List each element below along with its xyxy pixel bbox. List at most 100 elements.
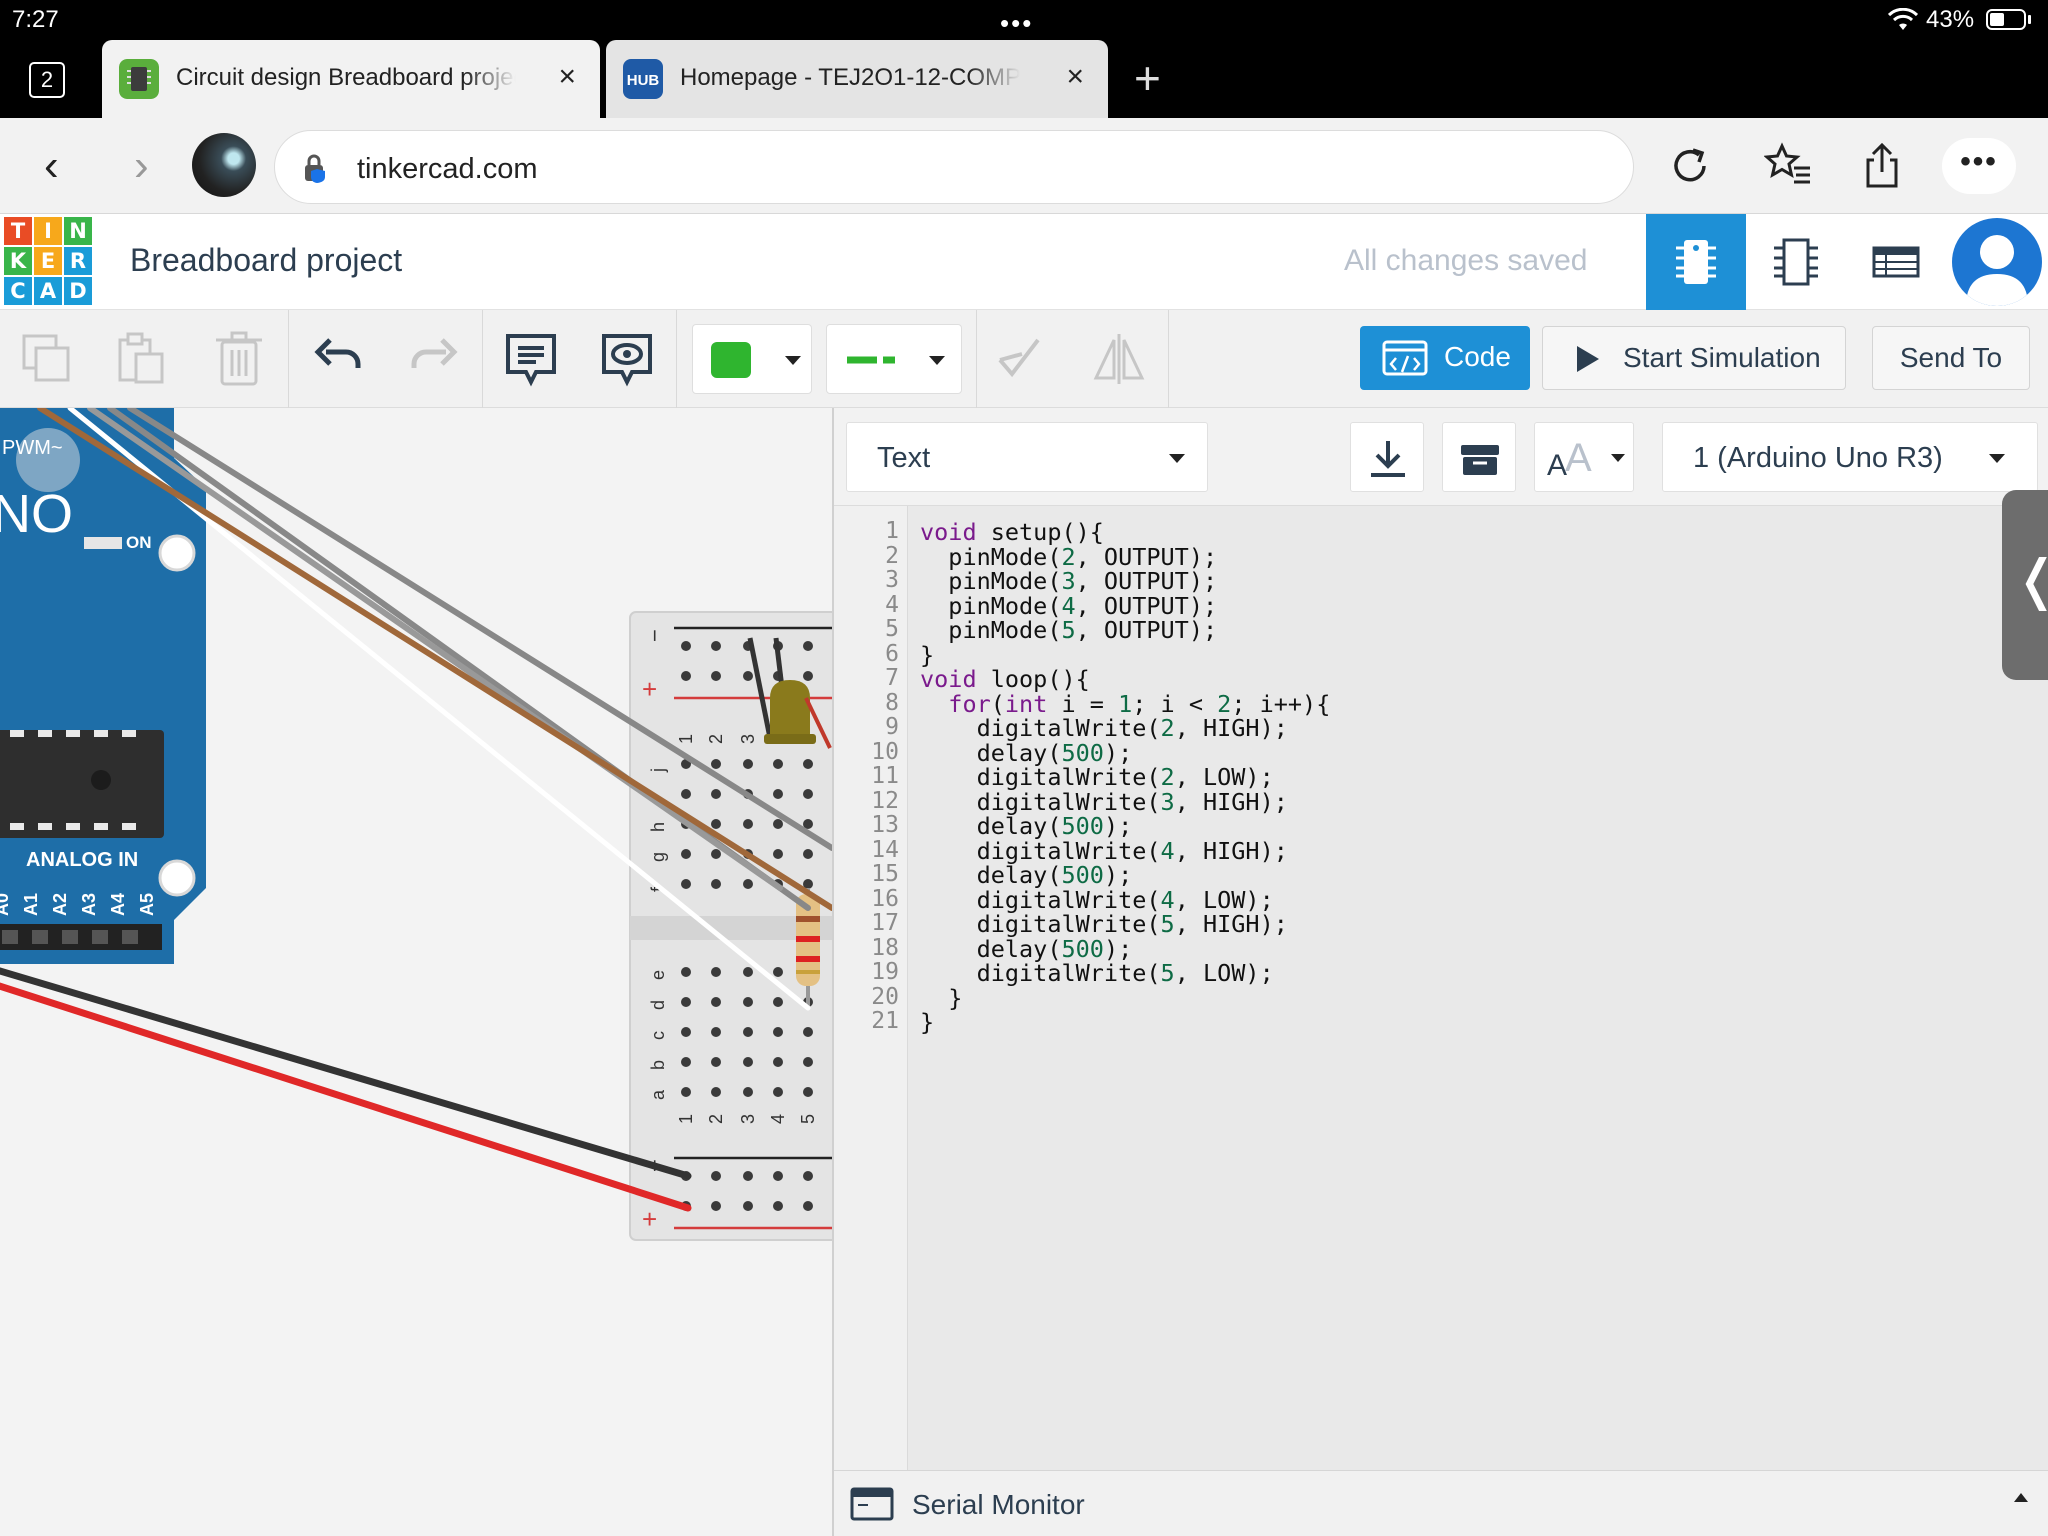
breadboard-hole [681, 879, 691, 889]
column-number: 1 [676, 1114, 696, 1124]
redo-icon[interactable] [404, 330, 462, 388]
serial-monitor-label: Serial Monitor [912, 1489, 1085, 1520]
tab-title: Circuit design Breadboard project [176, 64, 516, 91]
download-code-button[interactable] [1350, 422, 1424, 492]
chevron-up-icon[interactable] [2014, 1493, 2028, 1502]
line-number: 19 [871, 959, 899, 985]
hub-favicon-icon: HUB [623, 59, 663, 99]
chip-dot [91, 770, 111, 790]
libraries-button[interactable] [1442, 422, 1516, 492]
breadboard-hole [743, 1057, 753, 1067]
copy-icon[interactable] [18, 330, 76, 388]
breadboard-hole [681, 671, 691, 681]
forward-button[interactable]: › [134, 144, 149, 188]
breadboard-hole [681, 1027, 691, 1037]
breadboard-hole [711, 1171, 721, 1181]
tab-homepage[interactable]: HUB Homepage - TEJ2O1-12-COMPUTER × [606, 40, 1108, 118]
code-editor[interactable]: void setup(){ pinMode(2, OUTPUT); pinMod… [908, 506, 2048, 1482]
code-panel: Text A A 1 (Arduino Uno R3) 1 2 3 4 5 6 … [832, 408, 2048, 1536]
breadboard-hole [711, 759, 721, 769]
user-avatar[interactable] [1952, 218, 2042, 306]
wifi-icon [1888, 8, 1918, 30]
more-options-button[interactable]: ••• [1942, 138, 2016, 194]
breadboard-hole [681, 967, 691, 977]
device-select[interactable]: 1 (Arduino Uno R3) [1662, 422, 2038, 492]
new-tab-button[interactable]: + [1134, 55, 1161, 101]
row-letter: h [648, 822, 668, 832]
line-number: 13 [871, 812, 899, 838]
line-number: 10 [871, 738, 899, 765]
favorites-star-icon[interactable] [1764, 142, 1812, 190]
tinkercad-logo[interactable]: TIN KER CAD [4, 217, 92, 305]
tab-count-button[interactable]: 2 [29, 62, 65, 98]
multitask-dots-icon[interactable]: ••• [1000, 8, 1033, 39]
reload-icon[interactable] [1666, 142, 1714, 190]
chevron-down-icon [1989, 454, 2005, 463]
delete-icon[interactable] [210, 330, 268, 388]
rotate-icon[interactable] [990, 330, 1048, 388]
code-line[interactable]: } [920, 1008, 934, 1036]
circuit-view-button[interactable] [1646, 214, 1746, 310]
breadboard-hole [711, 997, 721, 1007]
breadboard-hole [743, 671, 753, 681]
toolbar-separator [482, 310, 483, 408]
tab-close-icon[interactable]: × [1066, 62, 1084, 92]
breadboard-hole [711, 1087, 721, 1097]
code-button[interactable]: Code [1360, 326, 1530, 390]
library-box-icon [1461, 445, 1499, 475]
board-mount-hole [158, 534, 196, 572]
flip-icon[interactable] [1090, 330, 1148, 388]
row-letter: a [648, 1089, 668, 1100]
editor-toolbar: Code Start Simulation Send To [0, 310, 2048, 408]
wire-color-picker[interactable] [692, 324, 812, 394]
circuit-canvas[interactable]: PWM~ NO ON ANALOG IN A0 A1 A2 A3 A4 A5 −… [0, 408, 832, 1536]
device-label: 1 (Arduino Uno R3) [1693, 442, 1943, 474]
breadboard-hole [773, 789, 783, 799]
profile-avatar[interactable] [192, 133, 256, 197]
breadboard-hole [711, 789, 721, 799]
undo-icon[interactable] [310, 330, 368, 388]
notes-visibility-icon[interactable] [598, 330, 656, 388]
breadboard-hole [773, 967, 783, 977]
terminal-window-icon [850, 1487, 894, 1521]
collapse-panel-handle[interactable]: ❬ [2002, 490, 2048, 680]
code-window-icon [1382, 340, 1428, 376]
serial-monitor-bar[interactable]: Serial Monitor [834, 1470, 2048, 1536]
share-icon[interactable] [1858, 142, 1906, 190]
rail-plus-label: + [642, 674, 657, 704]
row-letter: c [648, 1031, 668, 1040]
code-line[interactable]: digitalWrite(5, LOW); [920, 959, 1274, 987]
start-simulation-button[interactable]: Start Simulation [1542, 326, 1846, 390]
column-number: 2 [706, 1114, 726, 1124]
schematic-view-button[interactable] [1746, 214, 1846, 310]
breadboard-hole [711, 849, 721, 859]
column-number: 3 [738, 1114, 758, 1124]
font-size-button[interactable]: A A [1534, 422, 1634, 492]
notes-icon[interactable] [502, 330, 560, 388]
url-field[interactable]: tinkercad.com [274, 130, 1634, 204]
wire-black [0, 967, 692, 1180]
breadboard-hole [681, 849, 691, 859]
paste-icon[interactable] [112, 330, 170, 388]
breadboard-hole [803, 1057, 813, 1067]
analog-pin-label: A2 [50, 893, 70, 916]
tab-close-icon[interactable]: × [558, 62, 576, 92]
tab-tinkercad[interactable]: Circuit design Breadboard project × [102, 40, 600, 118]
analog-pin-label: A5 [137, 893, 157, 916]
breadboard-hole [743, 997, 753, 1007]
analog-in-label: ANALOG IN [26, 849, 138, 871]
back-button[interactable]: ‹ [44, 144, 59, 188]
code-mode-select[interactable]: Text [846, 422, 1208, 492]
project-title[interactable]: Breadboard project [130, 242, 402, 279]
column-number: 5 [798, 1114, 818, 1124]
code-mode-label: Text [877, 442, 931, 474]
chevron-down-icon [785, 356, 801, 365]
breadboard-hole [711, 1057, 721, 1067]
code-line[interactable]: pinMode(5, OUTPUT); [920, 616, 1217, 644]
tab-title: Homepage - TEJ2O1-12-COMPUTER [680, 64, 1020, 91]
font-size-icon: A A [1547, 436, 1592, 482]
wire-type-picker[interactable] [826, 324, 962, 394]
line-number: 4 [885, 591, 899, 618]
send-to-button[interactable]: Send To [1872, 326, 2030, 390]
component-list-button[interactable] [1846, 214, 1946, 310]
